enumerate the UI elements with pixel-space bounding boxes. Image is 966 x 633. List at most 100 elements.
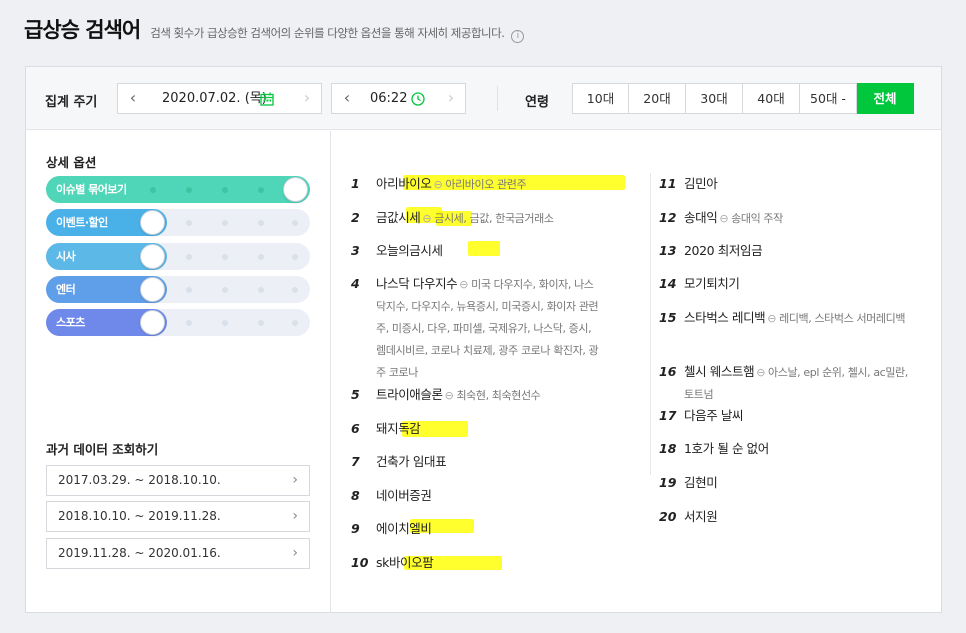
- rank-keyword[interactable]: 나스닥 다우지수: [376, 276, 458, 291]
- toggle-4[interactable]: 엔터: [46, 276, 310, 303]
- toggle-knob[interactable]: [140, 310, 165, 335]
- toggle-label: 이벤트·할인: [56, 216, 108, 229]
- calendar-icon[interactable]: [260, 91, 274, 106]
- history-period-1[interactable]: 2017.03.29. ~ 2018.10.10. ›: [46, 465, 310, 496]
- toggle-step-dot: [186, 320, 192, 326]
- rank-keyword[interactable]: 네이버증권: [376, 488, 432, 503]
- link-icon: ⊖: [756, 366, 766, 379]
- rank-keyword[interactable]: 건축가 임대표: [376, 454, 447, 469]
- chevron-right-icon: ›: [292, 545, 298, 561]
- info-icon[interactable]: i: [511, 30, 525, 43]
- rank-number: 12: [659, 210, 677, 225]
- time-picker[interactable]: ‹ 06:22 ›: [331, 83, 466, 114]
- rank-number: 2: [351, 210, 360, 225]
- toggle-label: 스포츠: [56, 316, 85, 329]
- time-value[interactable]: 06:22: [370, 84, 407, 113]
- toggle-label: 이슈별 묶어보기: [56, 183, 127, 196]
- rank-related-keywords[interactable]: 최숙현, 최숙현선수: [456, 389, 540, 402]
- age-button-20[interactable]: 20대: [629, 83, 686, 114]
- toggle-3[interactable]: 시사: [46, 243, 310, 270]
- toggle-step-dot: [186, 220, 192, 226]
- rank-body: 다음주 날씨: [684, 405, 910, 426]
- toggle-step-dot: [258, 320, 264, 326]
- clock-icon[interactable]: [411, 91, 425, 106]
- toggle-label: 시사: [56, 250, 76, 263]
- toggle-5[interactable]: 스포츠: [46, 309, 310, 336]
- rank-number: 6: [351, 421, 360, 436]
- rank-body: 2020 최저임금: [684, 240, 910, 261]
- rank-body: sk바이오팜: [376, 552, 602, 573]
- rank-keyword[interactable]: 서지원: [684, 509, 718, 524]
- time-next-button[interactable]: ›: [436, 84, 466, 113]
- rank-number: 18: [659, 441, 677, 456]
- filter-bar: 집계 주기 ‹ 2020.07.02. (목) › ‹ 06:22 › 연령 1…: [26, 67, 941, 130]
- rank-keyword[interactable]: 1호가 될 순 없어: [684, 441, 769, 456]
- rank-keyword[interactable]: 송대익: [684, 210, 718, 225]
- rank-keyword[interactable]: 오늘의금시세: [376, 243, 443, 258]
- toggle-knob[interactable]: [283, 177, 308, 202]
- rank-related-keywords[interactable]: 금시세, 금값, 한국금거래소: [434, 212, 554, 225]
- toggle-step-dot: [222, 220, 228, 226]
- chevron-right-icon: ›: [292, 508, 298, 524]
- date-value[interactable]: 2020.07.02. (목): [162, 84, 267, 113]
- toggle-step-dot: [222, 187, 228, 193]
- rank-related-keywords[interactable]: 아리바이오 관련주: [445, 178, 526, 191]
- date-picker[interactable]: ‹ 2020.07.02. (목) ›: [117, 83, 322, 114]
- age-button-40[interactable]: 40대: [743, 83, 800, 114]
- time-prev-button[interactable]: ‹: [332, 84, 362, 113]
- rank-body: 스타벅스 레디백 ⊖ 레디백, 스타벅스 서머레디백: [684, 307, 910, 329]
- rank-number: 9: [351, 521, 360, 536]
- history-period-3[interactable]: 2019.11.28. ~ 2020.01.16. ›: [46, 538, 310, 569]
- filter-divider: [497, 86, 498, 111]
- rank-related-keywords[interactable]: 레디백, 스타벅스 서머레디백: [779, 312, 905, 325]
- ranking-list: 1 아리바이오 ⊖ 아리바이오 관련주 2 금값시세 ⊖ 금시세, 금값, 한국금거래소 3 오늘…: [332, 131, 941, 613]
- rank-number: 19: [659, 475, 677, 490]
- rank-keyword[interactable]: 트라이애슬론: [376, 387, 443, 402]
- page-title: 급상승 검색어: [24, 18, 141, 42]
- toggle-step-dot: [292, 220, 298, 226]
- link-icon: ⊖: [767, 312, 777, 325]
- rank-body: 김현미: [684, 472, 910, 493]
- rank-related-keywords[interactable]: 송대익 주작: [731, 212, 783, 225]
- toggle-knob[interactable]: [140, 210, 165, 235]
- rank-keyword[interactable]: 2020 최저임금: [684, 243, 763, 258]
- age-button-all[interactable]: 전체: [857, 83, 914, 114]
- toggle-2[interactable]: 이벤트·할인: [46, 209, 310, 236]
- rank-keyword[interactable]: 아리바이오: [376, 176, 432, 191]
- rank-number: 14: [659, 276, 677, 291]
- rank-body: 돼지독감: [376, 418, 602, 439]
- rank-keyword[interactable]: 김민아: [684, 176, 718, 191]
- rank-keyword[interactable]: 김현미: [684, 475, 718, 490]
- history-period-2[interactable]: 2018.10.10. ~ 2019.11.28. ›: [46, 501, 310, 532]
- rank-related-keywords[interactable]: 미국 다우지수, 화이자, 나스닥지수, 다우지수, 뉴욕증시, 미국증시, 화…: [376, 278, 599, 379]
- toggle-1[interactable]: 이슈별 묶어보기: [46, 176, 310, 203]
- rank-keyword[interactable]: 첼시 웨스트햄: [684, 364, 755, 379]
- date-prev-button[interactable]: ‹: [118, 84, 148, 113]
- rank-keyword[interactable]: 모기퇴치기: [684, 276, 740, 291]
- rank-number: 7: [351, 454, 360, 469]
- rank-keyword[interactable]: 돼지독감: [376, 421, 421, 436]
- toggle-step-dot: [292, 320, 298, 326]
- toggle-knob[interactable]: [140, 277, 165, 302]
- rank-number: 4: [351, 276, 360, 291]
- rank-keyword[interactable]: sk바이오팜: [376, 555, 434, 570]
- link-icon: ⊖: [459, 278, 469, 291]
- rank-keyword[interactable]: 스타벅스 레디백: [684, 310, 766, 325]
- date-next-button[interactable]: ›: [292, 84, 322, 113]
- toggle-step-dot: [222, 287, 228, 293]
- toggle-step-dot: [150, 187, 156, 193]
- period-label: 집계 주기: [45, 95, 98, 110]
- rank-body: 모기퇴치기: [684, 273, 910, 294]
- rank-body: 아리바이오 ⊖ 아리바이오 관련주: [376, 173, 602, 195]
- rank-keyword[interactable]: 에이치엘비: [376, 521, 432, 536]
- rank-number: 17: [659, 408, 677, 423]
- toggle-step-dot: [222, 320, 228, 326]
- age-button-50[interactable]: 50대 -: [800, 83, 857, 114]
- rank-keyword[interactable]: 금값시세: [376, 210, 421, 225]
- rank-number: 5: [351, 387, 360, 402]
- age-button-30[interactable]: 30대: [686, 83, 743, 114]
- age-button-10[interactable]: 10대: [572, 83, 629, 114]
- rank-number: 13: [659, 243, 677, 258]
- rank-keyword[interactable]: 다음주 날씨: [684, 408, 743, 423]
- toggle-knob[interactable]: [140, 244, 165, 269]
